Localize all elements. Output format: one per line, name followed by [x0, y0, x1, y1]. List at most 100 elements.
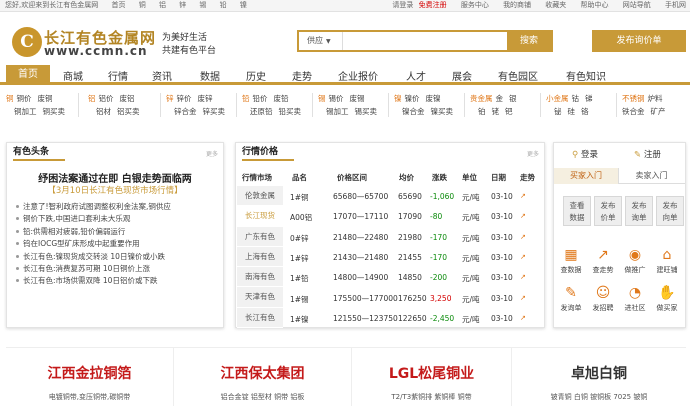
category-link[interactable]: 铜加工 — [14, 107, 37, 116]
price-row[interactable]: 1#锡 175500—177000 176250 3,250 元/吨 03-10 ↗ — [284, 288, 542, 308]
category-title[interactable]: 小金属 — [546, 94, 569, 103]
category-link[interactable]: 炉料 — [648, 94, 663, 103]
quick-link[interactable]: ⌂ 建旺铺 — [653, 247, 681, 275]
category-link[interactable]: 金 — [496, 94, 504, 103]
mobile-link[interactable]: 手机网 — [665, 1, 686, 9]
category-link[interactable]: 铜价 — [17, 94, 32, 103]
ad-banner[interactable]: 卓旭白铜 铍青铜 白铜 铍铜板 7025 铍铜 — [512, 348, 686, 406]
quick-link[interactable]: ↗ 查走势 — [589, 247, 617, 275]
top-link-tin[interactable]: 锡 — [199, 1, 206, 9]
category-link[interactable]: 铋 — [554, 107, 562, 116]
ad-banner[interactable]: LGL松尾铜业 T2/T3紫铜排 紫铜棒 铜带 — [352, 348, 512, 406]
news-item[interactable]: 长江有色:消费复苏可期 10日铜价上涨 — [15, 263, 171, 275]
category-link[interactable]: 铑 — [492, 107, 500, 116]
category-title[interactable]: 铝 — [88, 94, 96, 103]
nav-item-expo[interactable]: 展会 — [452, 68, 472, 83]
news-subhead[interactable]: 【3月10日长江有色现货市场行情】 — [7, 184, 223, 196]
top-register-link[interactable]: 免费注册 — [419, 1, 447, 9]
category-link[interactable]: 硅 — [568, 107, 576, 116]
sitemap-link[interactable]: 网站导航 — [623, 1, 651, 9]
quick-action-button[interactable]: 查看 数据 — [563, 196, 591, 226]
category-link[interactable]: 矿产 — [651, 107, 666, 116]
logo-text-en[interactable]: www.ccmn.cn — [44, 44, 148, 58]
trend-chart-icon[interactable]: ↗ — [520, 273, 526, 281]
news-item[interactable]: 长江有色:镍现货成交转淡 10日镍价或小跌 — [15, 251, 171, 263]
price-row[interactable]: 1#锌 21430—21480 21455 -170 元/吨 03-10 ↗ — [284, 247, 542, 267]
category-link[interactable]: 锡加工 — [326, 107, 349, 116]
trend-chart-icon[interactable]: ↗ — [520, 233, 526, 241]
category-link[interactable]: 还原铅 — [250, 107, 273, 116]
category-link[interactable]: 废锡 — [350, 94, 365, 103]
category-link[interactable]: 锌买卖 — [203, 107, 226, 116]
market-tab[interactable]: 长江现货 — [237, 206, 283, 227]
category-title[interactable]: 不锈钢 — [622, 94, 645, 103]
category-title[interactable]: 铅 — [242, 94, 250, 103]
price-more-link[interactable]: 更多 — [527, 149, 539, 158]
category-link[interactable]: 铝买卖 — [117, 107, 140, 116]
price-row[interactable]: A00铝 17070—17110 17090 -80 元/吨 03-10 ↗ — [284, 206, 542, 226]
price-row[interactable]: 1#镍 121550—123750 122650 -2,450 元/吨 03-10 ↗ — [284, 308, 542, 328]
nav-item-park[interactable]: 有色园区 — [498, 68, 538, 83]
news-item[interactable]: 铅:供需相对疲弱,铅价偏弱运行 — [15, 226, 171, 238]
category-link[interactable]: 银 — [509, 94, 517, 103]
category-link[interactable]: 废铜 — [38, 94, 53, 103]
category-link[interactable]: 锌合金 — [174, 107, 197, 116]
category-link[interactable]: 铝价 — [99, 94, 114, 103]
quick-action-button[interactable]: 发布 价单 — [594, 196, 622, 226]
news-item[interactable]: 钨在IOCG型矿床形成中起重要作用 — [15, 238, 171, 250]
favorites-link[interactable]: 收藏夹 — [545, 1, 566, 9]
price-row[interactable]: 1#铜 65680—65700 65690 -1,060 元/吨 03-10 ↗ — [284, 186, 542, 206]
nav-item-enterprise-quote[interactable]: 企业报价 — [338, 68, 378, 83]
register-button[interactable]: ✎ 注册 — [634, 148, 661, 160]
my-shop-link[interactable]: 我的商铺 — [503, 1, 531, 9]
market-tab[interactable]: 天津有色 — [237, 287, 283, 308]
ad-banner[interactable]: 江西保太集团 铝合金锭 铝型材 铜带 铝板 — [174, 348, 352, 406]
quick-action-button[interactable]: 发布 询单 — [625, 196, 653, 226]
trend-chart-icon[interactable]: ↗ — [520, 192, 526, 200]
category-title[interactable]: 锌 — [166, 94, 174, 103]
search-input[interactable] — [345, 32, 507, 50]
category-link[interactable]: 镍合金 — [402, 107, 425, 116]
category-link[interactable]: 锡价 — [329, 94, 344, 103]
quick-link[interactable]: ◔ 进社区 — [621, 285, 649, 313]
quick-link[interactable]: ◉ 做推广 — [621, 247, 649, 275]
nav-item-quotes[interactable]: 行情 — [108, 68, 128, 83]
news-item[interactable]: 铜价下跌,中国进口套利未大乐观 — [15, 213, 171, 225]
quick-link[interactable]: ✎ 发询单 — [557, 285, 585, 313]
nav-item-news[interactable]: 资讯 — [152, 68, 172, 83]
nav-item-knowledge[interactable]: 有色知识 — [566, 68, 606, 83]
market-tab[interactable]: 南海有色 — [237, 267, 283, 288]
category-title[interactable]: 贵金属 — [470, 94, 493, 103]
quick-link[interactable]: ✋ 做买家 — [653, 285, 681, 313]
market-tab[interactable]: 广东有色 — [237, 226, 283, 247]
top-link-lead[interactable]: 铅 — [220, 1, 227, 9]
tab-buyer-guide[interactable]: 买家入门 — [554, 168, 619, 184]
top-link-aluminum[interactable]: 铝 — [159, 1, 166, 9]
category-link[interactable]: 废铝 — [120, 94, 135, 103]
market-tab[interactable]: 上海有色 — [237, 246, 283, 268]
search-button[interactable]: 搜索 — [507, 32, 551, 50]
news-item[interactable]: 长江有色:市场供需双降 10日铝价或下跌 — [15, 275, 171, 287]
top-link-zinc[interactable]: 锌 — [179, 1, 186, 9]
quick-action-button[interactable]: 发布 向单 — [656, 196, 684, 226]
category-link[interactable]: 锡买卖 — [355, 107, 378, 116]
category-link[interactable]: 镍买卖 — [431, 107, 454, 116]
market-tab[interactable]: 伦敦金属 — [237, 186, 283, 207]
top-link-home[interactable]: 首页 — [111, 1, 125, 9]
trend-chart-icon[interactable]: ↗ — [520, 212, 526, 220]
category-link[interactable]: 废镍 — [426, 94, 441, 103]
nav-item-talent[interactable]: 人才 — [406, 68, 426, 83]
top-link-nickel[interactable]: 镍 — [240, 1, 247, 9]
ad-banner[interactable]: 江西金拉铜箔 电镀铜带,变压铜带,碳铜带 — [6, 348, 174, 406]
trend-chart-icon[interactable]: ↗ — [520, 253, 526, 261]
top-login-link[interactable]: 请登录 — [392, 1, 413, 9]
category-link[interactable]: 铁合金 — [622, 107, 645, 116]
category-link[interactable]: 铝材 — [96, 107, 111, 116]
category-link[interactable]: 钴 — [572, 94, 580, 103]
top-link-copper[interactable]: 铜 — [139, 1, 146, 9]
category-link[interactable]: 锌价 — [177, 94, 192, 103]
price-row[interactable]: 1#铅 14800—14900 14850 -200 元/吨 03-10 ↗ — [284, 267, 542, 287]
category-title[interactable]: 铜 — [6, 94, 14, 103]
category-title[interactable]: 锡 — [318, 94, 326, 103]
nav-item-history[interactable]: 历史 — [246, 68, 266, 83]
